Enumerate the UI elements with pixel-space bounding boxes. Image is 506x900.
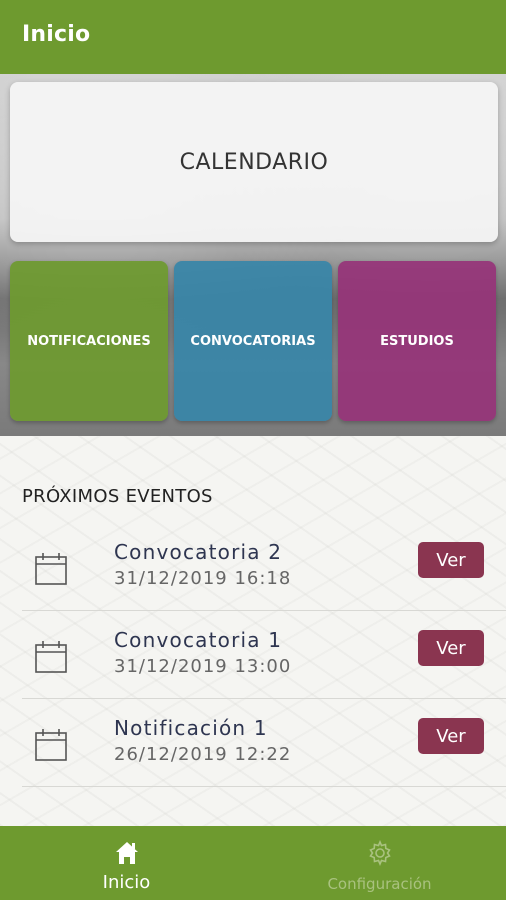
calendar-icon (35, 553, 67, 585)
upcoming-events: PRÓXIMOS EVENTOS Convocatoria 2 31/12/20… (0, 436, 506, 826)
view-event-button[interactable]: Ver (418, 542, 484, 578)
event-title: Notificación 1 (114, 716, 268, 740)
calendar-icon (35, 729, 67, 761)
view-event-button[interactable]: Ver (418, 630, 484, 666)
event-date: 31/12/2019 16:18 (114, 568, 292, 589)
estudios-tile[interactable]: ESTUDIOS (338, 261, 496, 421)
hero-menu: CALENDARIO NOTIFICACIONES CONVOCATORIAS … (0, 74, 506, 436)
notifications-tile[interactable]: NOTIFICACIONES (10, 261, 168, 421)
notifications-label: NOTIFICACIONES (27, 333, 151, 349)
view-event-button[interactable]: Ver (418, 718, 484, 754)
calendar-icon (35, 641, 67, 673)
event-date: 26/12/2019 12:22 (114, 744, 292, 765)
event-item: Notificación 1 26/12/2019 12:22 Ver (22, 698, 506, 787)
estudios-label: ESTUDIOS (380, 333, 454, 349)
convocatorias-label: CONVOCATORIAS (190, 333, 316, 349)
bottom-navigation: Inicio Configuración (0, 826, 506, 900)
event-title: Convocatoria 2 (114, 540, 283, 564)
event-item: Convocatoria 2 31/12/2019 16:18 Ver (22, 522, 506, 611)
nav-inicio[interactable]: Inicio (0, 826, 253, 900)
gear-icon (368, 840, 391, 866)
nav-inicio-label: Inicio (102, 872, 151, 893)
events-heading: PRÓXIMOS EVENTOS (22, 486, 213, 507)
nav-configuracion[interactable]: Configuración (253, 826, 506, 900)
calendar-label: CALENDARIO (179, 149, 329, 175)
nav-configuracion-label: Configuración (327, 875, 432, 893)
event-date: 31/12/2019 13:00 (114, 656, 292, 677)
event-item: Convocatoria 1 31/12/2019 13:00 Ver (22, 610, 506, 699)
event-title: Convocatoria 1 (114, 628, 283, 652)
page-title: Inicio (22, 22, 91, 47)
convocatorias-tile[interactable]: CONVOCATORIAS (174, 261, 332, 421)
calendar-button[interactable]: CALENDARIO (10, 82, 498, 242)
app-bar: Inicio (0, 0, 506, 74)
home-icon (115, 842, 138, 864)
